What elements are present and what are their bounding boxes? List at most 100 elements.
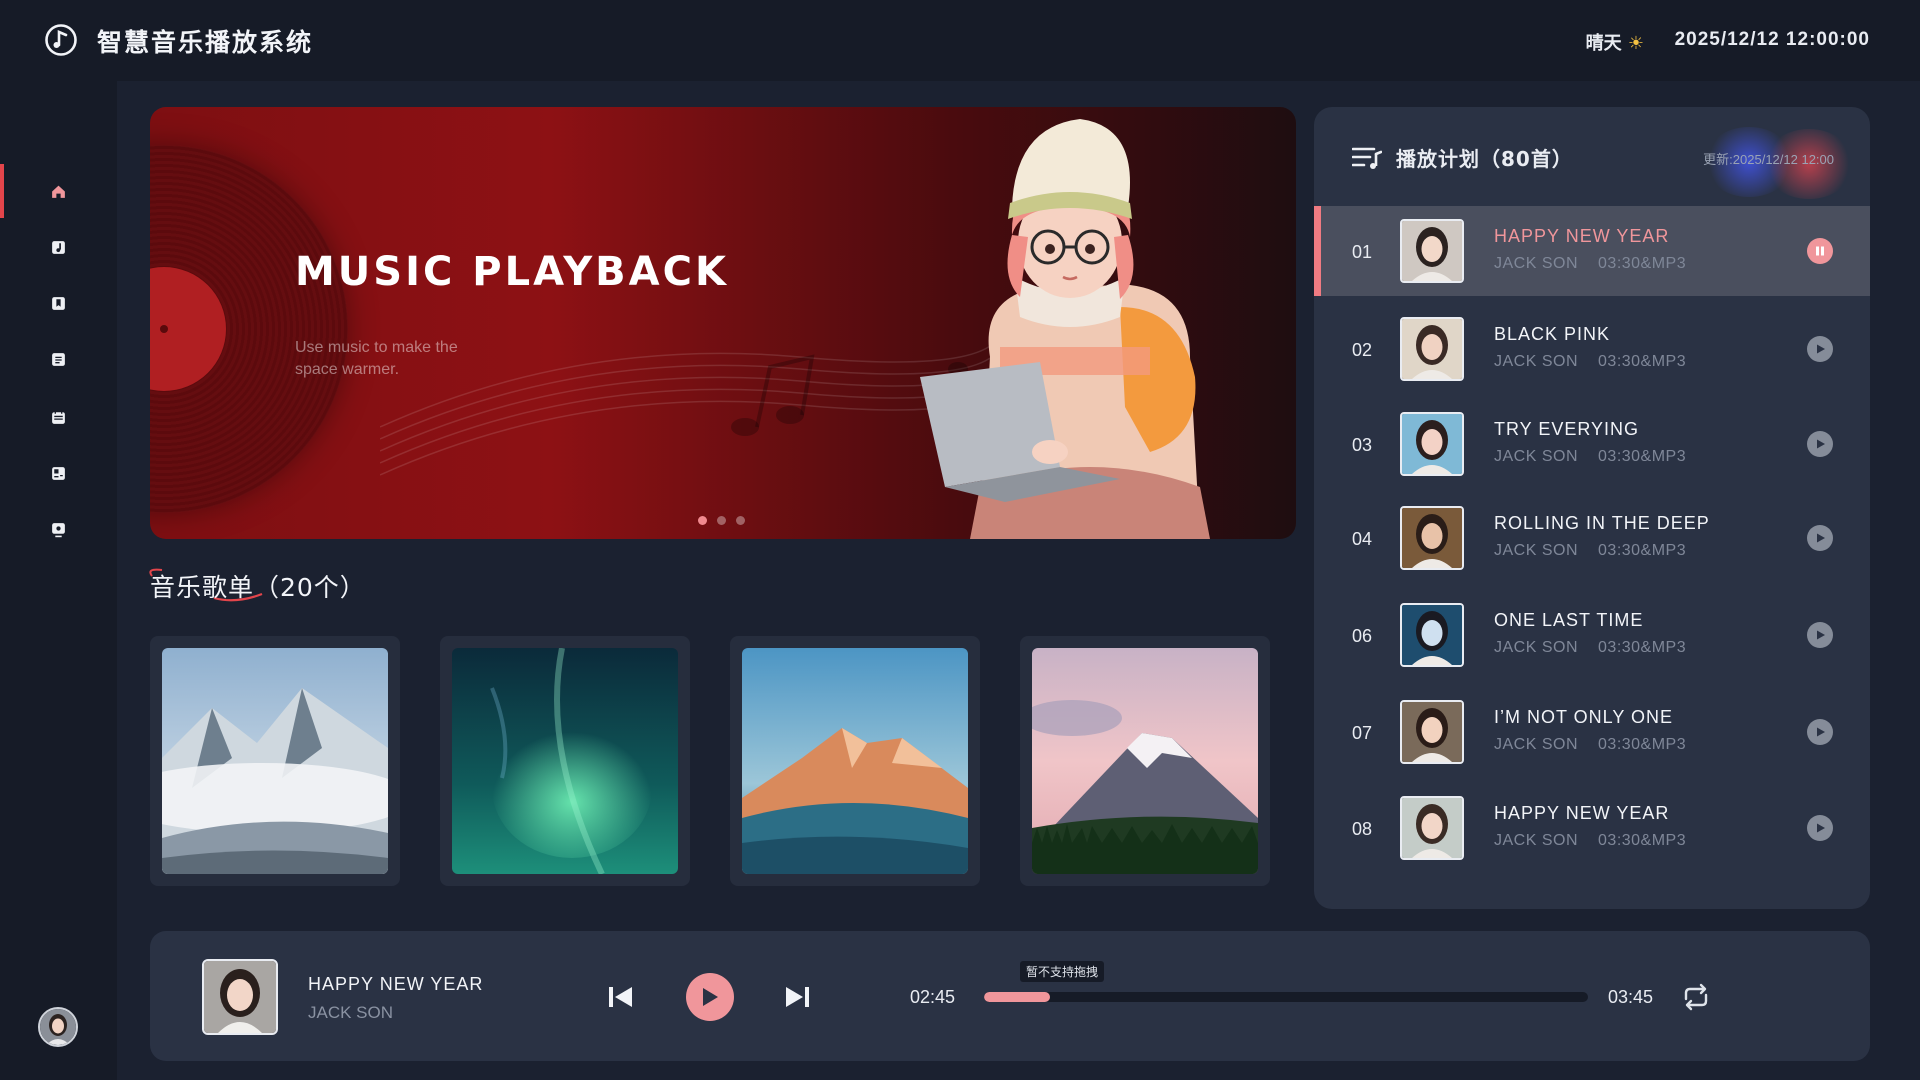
- playlist-song-row[interactable]: 03 TRY EVERYING JACK SON 03:30&MP3: [1314, 399, 1870, 489]
- song-number: 06: [1352, 626, 1373, 646]
- skip-next-icon: [786, 987, 809, 1007]
- song-meta: JACK SON 03:30&MP3: [1494, 255, 1686, 273]
- play-song-button[interactable]: [1807, 431, 1833, 457]
- playlist-song-row[interactable]: 02 BLACK PINK JACK SON 03:30&MP3: [1314, 304, 1870, 394]
- previous-button[interactable]: [606, 983, 634, 1011]
- skip-previous-icon: [609, 987, 632, 1007]
- song-title: TRY EVERYING: [1494, 419, 1640, 439]
- song-artist: JACK SON: [1494, 639, 1579, 656]
- play-song-button[interactable]: [1807, 815, 1833, 841]
- play-icon: [1817, 533, 1825, 543]
- sidebar-item-home[interactable]: [0, 164, 117, 218]
- song-artist: JACK SON: [1494, 353, 1579, 370]
- song-number: 08: [1352, 819, 1373, 839]
- song-info: 03:30&MP3: [1598, 832, 1687, 849]
- song-thumbnail: [1400, 796, 1464, 860]
- song-meta: JACK SON 03:30&MP3: [1494, 832, 1686, 850]
- datetime: 2025/12/12 12:00:00: [1674, 29, 1870, 50]
- play-icon: [1817, 344, 1825, 354]
- sidebar-item-bookmark[interactable]: [0, 283, 117, 323]
- play-icon: [1817, 823, 1825, 833]
- song-title: I’M NOT ONLY ONE: [1494, 707, 1674, 727]
- song-info: 03:30&MP3: [1598, 448, 1687, 465]
- monitor-icon: [52, 522, 65, 537]
- song-title: HAPPY NEW YEAR: [1494, 226, 1670, 246]
- playlist-song-row[interactable]: 04 ROLLING IN THE DEEP JACK SON 03:30&MP3: [1314, 493, 1870, 583]
- hero-banner[interactable]: MUSIC PLAYBACK Use music to make the spa…: [150, 107, 1296, 539]
- song-title: ONE LAST TIME: [1494, 610, 1644, 630]
- play-song-button[interactable]: [1807, 622, 1833, 648]
- playlist-card[interactable]: [730, 636, 980, 886]
- song-thumbnail: [1400, 219, 1464, 283]
- song-title: ROLLING IN THE DEEP: [1494, 513, 1710, 533]
- song-meta: JACK SON 03:30&MP3: [1494, 736, 1686, 754]
- song-artist: JACK SON: [1494, 448, 1579, 465]
- playlist-card[interactable]: [1020, 636, 1270, 886]
- song-thumbnail: [1400, 700, 1464, 764]
- song-thumbnail: [1400, 412, 1464, 476]
- song-meta: JACK SON 03:30&MP3: [1494, 448, 1686, 466]
- now-playing-title: HAPPY NEW YEAR: [308, 974, 484, 994]
- song-thumbnail: [1400, 317, 1464, 381]
- play-plan-header: 播放计划（80首）: [1352, 143, 1573, 172]
- pause-button[interactable]: [1807, 238, 1833, 264]
- play-song-button[interactable]: [1807, 719, 1833, 745]
- top-bar: 智慧音乐播放系统 晴天 ☀ 2025/12/12 12:00:00: [0, 0, 1920, 81]
- song-info: 03:30&MP3: [1598, 542, 1687, 559]
- song-info: 03:30&MP3: [1598, 353, 1687, 370]
- play-button[interactable]: [686, 973, 734, 1021]
- play-icon: [1817, 439, 1825, 449]
- sidebar-item-music[interactable]: [0, 227, 117, 267]
- tag-icon: [52, 466, 65, 480]
- playlist-song-row[interactable]: 06 ONE LAST TIME JACK SON 03:30&MP3: [1314, 590, 1870, 680]
- progress-bar[interactable]: [984, 992, 1588, 1002]
- playlist-cover-image: [452, 648, 678, 874]
- sidebar-item-calendar[interactable]: [0, 397, 117, 437]
- song-number: 07: [1352, 723, 1373, 743]
- song-number: 04: [1352, 529, 1373, 549]
- playlist-song-row[interactable]: 07 I’M NOT ONLY ONE JACK SON 03:30&MP3: [1314, 687, 1870, 777]
- app-title: 智慧音乐播放系统: [97, 28, 314, 57]
- sidebar-item-document[interactable]: [0, 339, 117, 379]
- playlist-card[interactable]: [440, 636, 690, 886]
- song-title: BLACK PINK: [1494, 324, 1611, 344]
- song-artist: JACK SON: [1494, 542, 1579, 559]
- home-icon: [52, 185, 65, 198]
- now-playing-artist: JACK SON: [308, 1003, 394, 1022]
- song-artist: JACK SON: [1494, 255, 1579, 272]
- sidebar-item-tag[interactable]: [0, 453, 117, 493]
- song-thumbnail: [1400, 603, 1464, 667]
- pause-icon: [1816, 246, 1824, 256]
- song-artist: JACK SON: [1494, 832, 1579, 849]
- play-song-button[interactable]: [1807, 336, 1833, 362]
- song-title: HAPPY NEW YEAR: [1494, 803, 1670, 823]
- play-icon: [703, 988, 718, 1006]
- playlist-song-row[interactable]: 08 HAPPY NEW YEAR JACK SON 03:30&MP3: [1314, 783, 1870, 873]
- now-playing-cover[interactable]: [202, 959, 278, 1035]
- music-logo-icon: [45, 24, 77, 56]
- vinyl-record-graphic: [150, 145, 348, 513]
- carousel-dot-1[interactable]: [698, 516, 707, 525]
- play-icon: [1817, 630, 1825, 640]
- song-meta: JACK SON 03:30&MP3: [1494, 353, 1686, 371]
- sun-icon: ☀: [1627, 33, 1644, 54]
- player-bar: HAPPY NEW YEAR JACK SON 02:45 暂不支持拖拽 03:…: [150, 931, 1870, 1061]
- playlist-icon: [1352, 147, 1382, 169]
- play-plan-panel: 播放计划（80首） 更新:2025/12/12 12:00 01 HAPPY NE…: [1314, 107, 1870, 909]
- song-number: 02: [1352, 340, 1373, 360]
- playlist-cover-image: [1032, 648, 1258, 874]
- playlist-song-row[interactable]: 01 HAPPY NEW YEAR JACK SON 03:30&MP3: [1314, 206, 1870, 296]
- user-avatar[interactable]: [38, 1007, 78, 1047]
- sidebar-item-monitor[interactable]: [0, 509, 117, 549]
- playlist-cover-image: [162, 648, 388, 874]
- repeat-icon[interactable]: [1680, 983, 1712, 1011]
- carousel-dot-3[interactable]: [736, 516, 745, 525]
- avatar-image: [40, 1009, 76, 1045]
- play-song-button[interactable]: [1807, 525, 1833, 551]
- carousel-dot-2[interactable]: [717, 516, 726, 525]
- playlist-card[interactable]: [150, 636, 400, 886]
- weather-text: 晴天: [1585, 33, 1622, 54]
- banner-title: MUSIC PLAYBACK: [295, 249, 729, 295]
- next-button[interactable]: [784, 983, 812, 1011]
- song-info: 03:30&MP3: [1598, 255, 1687, 272]
